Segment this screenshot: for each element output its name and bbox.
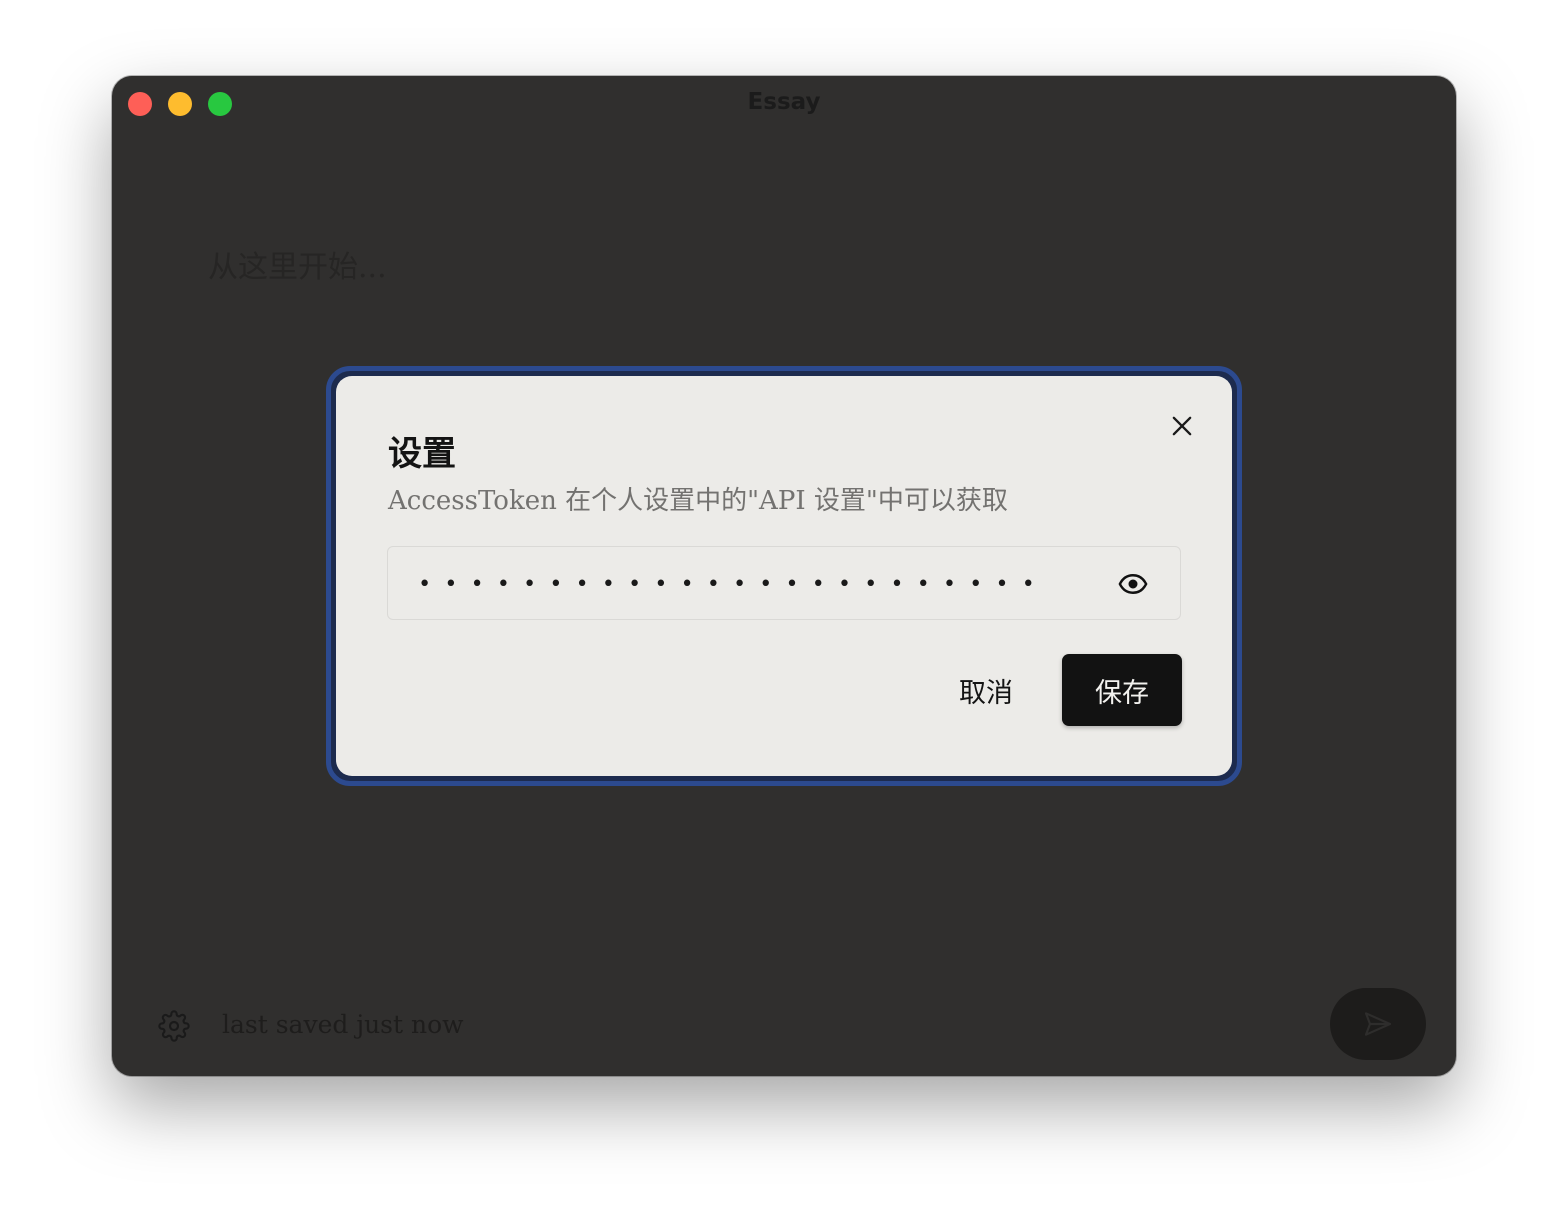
editor-placeholder[interactable]: 从这里开始...: [208, 242, 387, 286]
title-bar[interactable]: Essay: [112, 76, 1456, 132]
send-icon: [1364, 1012, 1392, 1036]
cancel-button[interactable]: 取消: [934, 654, 1038, 726]
save-button[interactable]: 保存: [1062, 654, 1182, 726]
access-token-field: [387, 546, 1181, 620]
window-title: Essay: [747, 89, 821, 115]
settings-dialog: 设置 AccessToken 在个人设置中的"API 设置"中可以获取 取消 保…: [336, 376, 1232, 776]
access-token-input[interactable]: [416, 563, 1080, 605]
gear-icon[interactable]: [158, 1010, 190, 1042]
dialog-title: 设置: [388, 434, 456, 474]
save-status: last saved just now: [222, 1010, 464, 1039]
window-bottom-edge: [212, 1080, 1362, 1084]
send-button[interactable]: [1330, 988, 1426, 1060]
close-icon[interactable]: [1168, 412, 1196, 440]
dialog-description: AccessToken 在个人设置中的"API 设置"中可以获取: [388, 486, 1008, 516]
eye-icon[interactable]: [1116, 569, 1150, 599]
